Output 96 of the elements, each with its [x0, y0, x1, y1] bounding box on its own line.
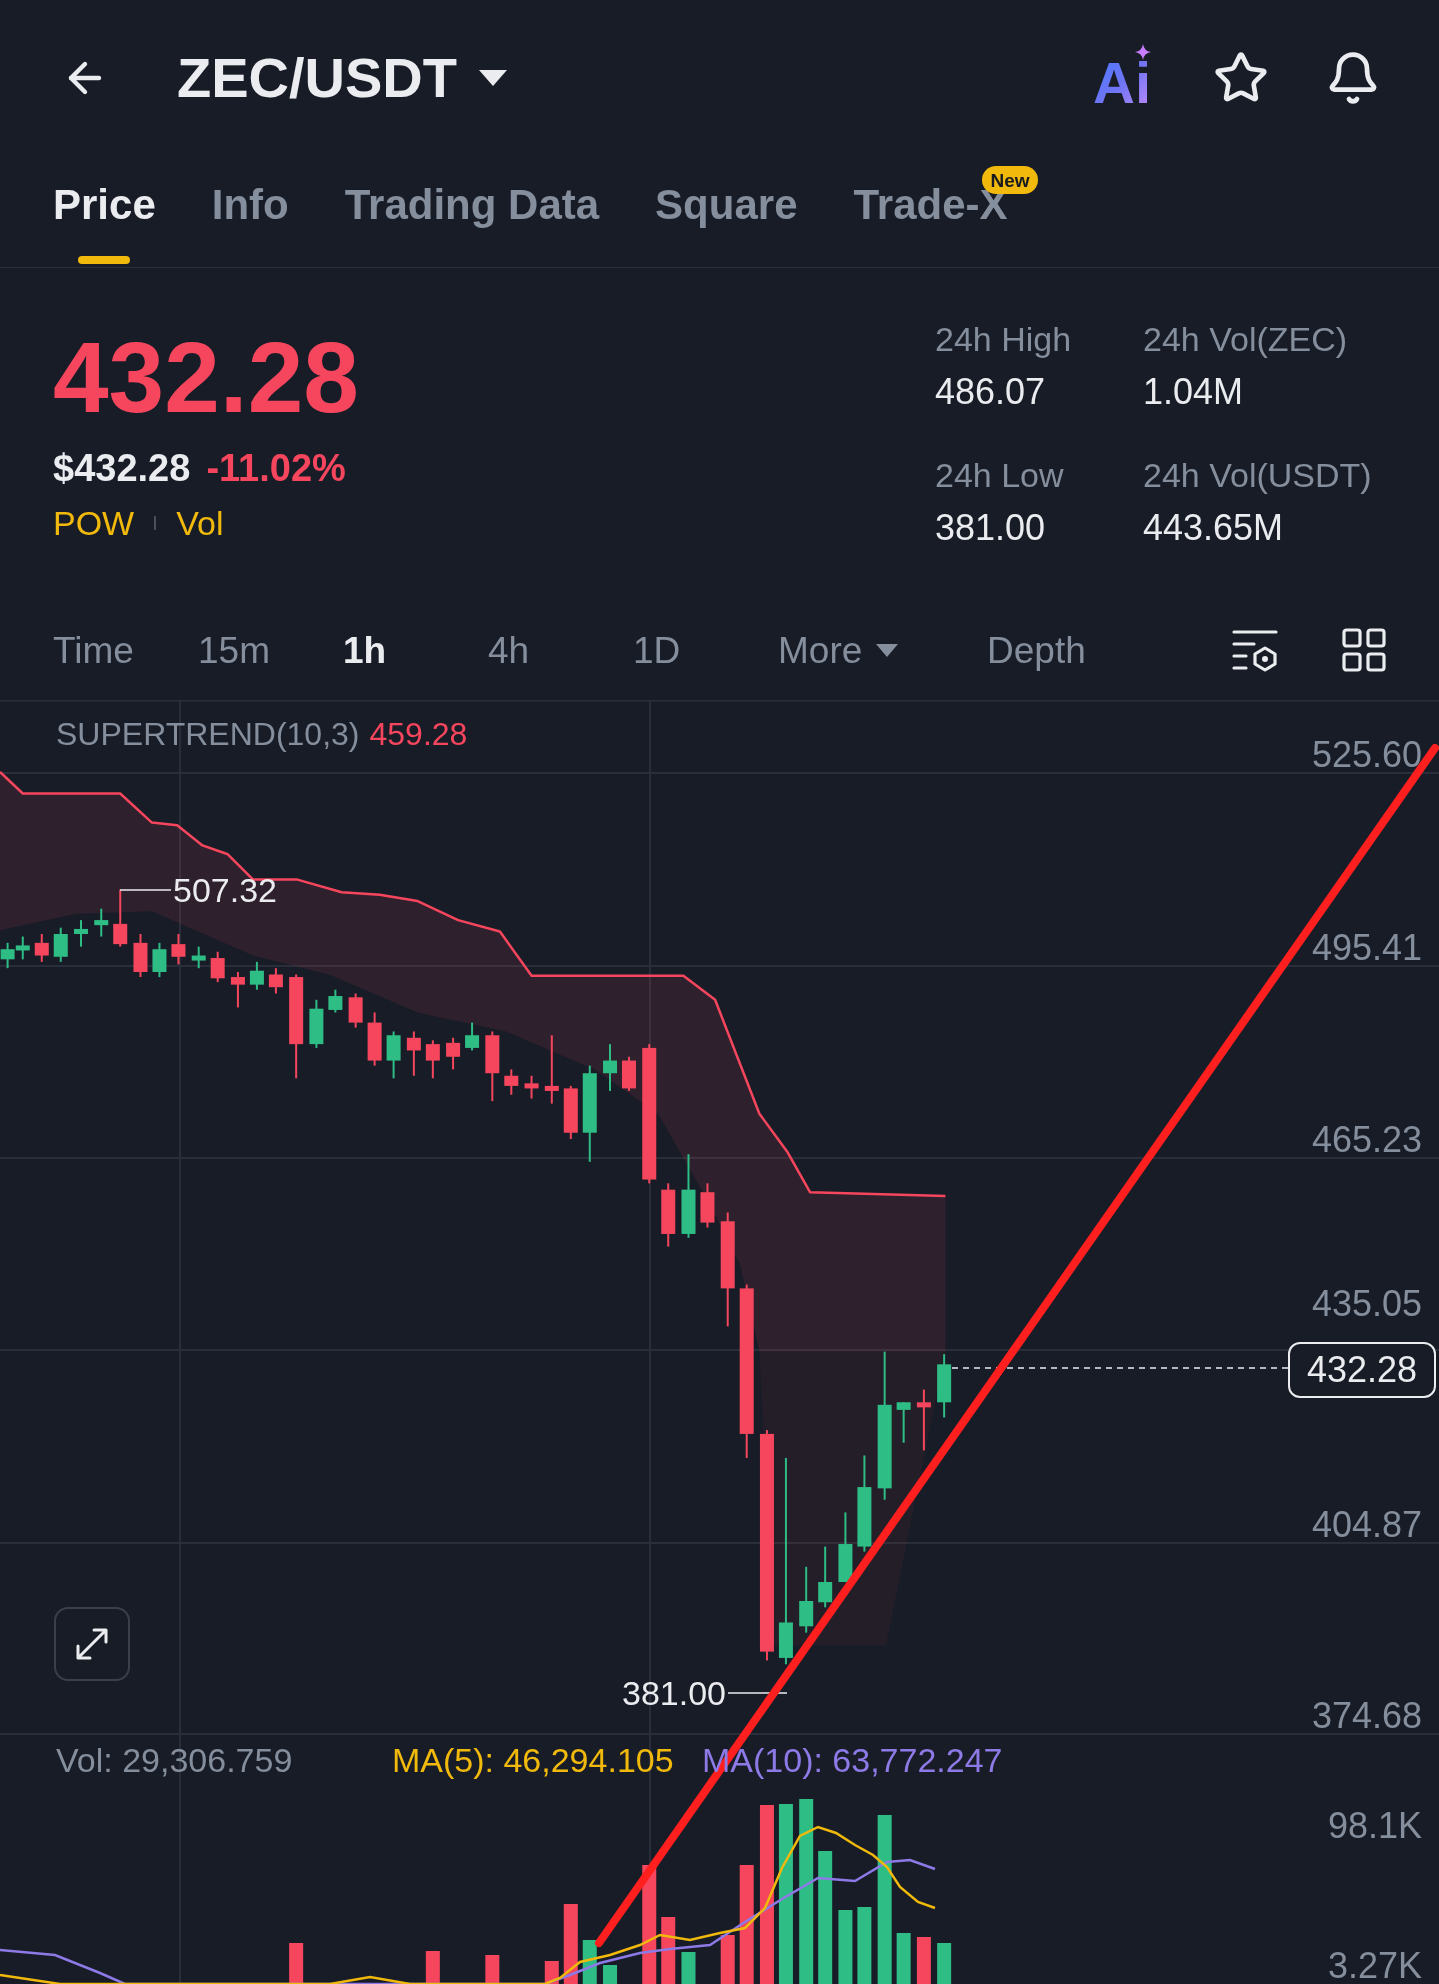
volume-axis-label: 3.27K	[1327, 1948, 1422, 1984]
price-change: -11.02%	[206, 449, 346, 487]
volume-bar	[720, 1935, 735, 1984]
tag-link[interactable]: Vol	[176, 506, 224, 540]
candle	[916, 1388, 931, 1452]
candle	[661, 1182, 676, 1248]
candle	[386, 1030, 401, 1080]
volume-bar	[485, 1955, 500, 1984]
candle	[524, 1074, 539, 1100]
usd-price: $432.28	[53, 449, 191, 487]
interval-tab[interactable]: Time	[53, 631, 134, 669]
candle	[544, 1034, 559, 1105]
volume-bar	[425, 1951, 440, 1984]
grid-layout-icon[interactable]	[1342, 628, 1386, 672]
candle	[210, 950, 225, 984]
stat-value: 443.65M	[1143, 510, 1285, 546]
nav-tab[interactable]: Info	[211, 184, 289, 264]
candle	[504, 1068, 519, 1096]
caret-down-icon	[876, 643, 899, 657]
candle	[249, 960, 264, 991]
candle	[113, 888, 128, 948]
volume-bar	[916, 1937, 931, 1984]
price-axis-label: 404.87	[1311, 1507, 1422, 1543]
indicator-settings-icon[interactable]	[1232, 628, 1278, 672]
caret-down-icon	[479, 70, 507, 86]
candle	[230, 971, 245, 1009]
candle	[425, 1039, 440, 1080]
stat-value: 381.00	[935, 510, 1047, 546]
candle	[309, 998, 324, 1049]
volume-bar	[937, 1943, 952, 1984]
indicator-name: SUPERTREND(10,3)	[56, 718, 360, 750]
candle	[622, 1055, 636, 1092]
volume-bar	[661, 1917, 676, 1984]
candle	[191, 945, 206, 970]
candle	[328, 988, 343, 1014]
candle	[53, 926, 68, 963]
price-axis-label: 374.68	[1311, 1698, 1422, 1734]
price-axis-label: 435.05	[1311, 1286, 1422, 1322]
last-price: 432.28	[53, 327, 359, 427]
nav-tab[interactable]: Price	[53, 184, 156, 264]
stat-label: 24h High	[935, 322, 1073, 356]
candle	[700, 1182, 715, 1229]
candle	[152, 941, 167, 979]
pair-selector[interactable]: ZEC/USDT	[177, 50, 507, 106]
candle	[937, 1353, 952, 1419]
volume-reading: Vol: 29,306.759	[56, 1743, 293, 1777]
high-price-label: 507.32	[173, 873, 277, 907]
interval-tab[interactable]: 4h	[488, 631, 530, 669]
volume-bar	[896, 1933, 911, 1984]
sparkle-icon	[1135, 44, 1151, 60]
current-price-tag: 432.28	[1288, 1342, 1436, 1398]
nav-tab[interactable]: Square	[655, 184, 798, 264]
candle	[446, 1036, 461, 1071]
low-price-label: 381.00	[622, 1676, 726, 1710]
volume-axis-label: 98.1K	[1327, 1808, 1422, 1844]
price-axis-label: 495.41	[1311, 930, 1422, 966]
tag-link[interactable]: POW	[53, 506, 135, 540]
stat-label: 24h Vol(USDT)	[1143, 458, 1373, 492]
indicator-value: 459.28	[369, 718, 468, 750]
candle	[563, 1084, 578, 1141]
candle	[406, 1030, 421, 1077]
stat-value: 486.07	[935, 374, 1047, 410]
interval-tab[interactable]: 1D	[633, 631, 681, 669]
candle	[15, 935, 30, 961]
candle	[0, 941, 15, 970]
price-axis-label: 525.60	[1311, 737, 1422, 773]
high-leader-line	[119, 889, 172, 891]
stat-label: 24h Low	[935, 458, 1065, 492]
ma5-reading: MA(5): 46,294.105	[392, 1743, 674, 1777]
candle	[367, 1011, 382, 1067]
low-leader-line	[727, 1692, 788, 1694]
volume-bar	[289, 1943, 304, 1984]
interval-tab[interactable]: Depth	[987, 631, 1086, 669]
candle	[348, 992, 363, 1029]
candle	[133, 933, 148, 979]
candle	[603, 1043, 617, 1092]
volume-bar	[603, 1965, 617, 1984]
candle	[34, 933, 49, 963]
fullscreen-button[interactable]	[54, 1607, 130, 1681]
candle	[799, 1565, 814, 1634]
volume-bar	[681, 1952, 696, 1984]
candle	[171, 933, 186, 966]
stat-label: 24h Vol(ZEC)	[1143, 322, 1349, 356]
price-axis-label: 465.23	[1311, 1122, 1422, 1158]
interval-tab[interactable]: 15m	[198, 631, 270, 669]
candle	[838, 1511, 853, 1583]
candle	[268, 967, 283, 995]
interval-tab[interactable]: 1h	[343, 631, 387, 669]
candle	[94, 907, 109, 938]
candle	[74, 919, 88, 948]
nav-tab[interactable]: Trading Data	[344, 184, 600, 264]
interval-tab[interactable]: More	[778, 631, 899, 669]
stat-value: 1.04M	[1143, 374, 1245, 410]
candle	[465, 1021, 480, 1052]
candle	[818, 1545, 833, 1609]
candle	[896, 1401, 911, 1444]
